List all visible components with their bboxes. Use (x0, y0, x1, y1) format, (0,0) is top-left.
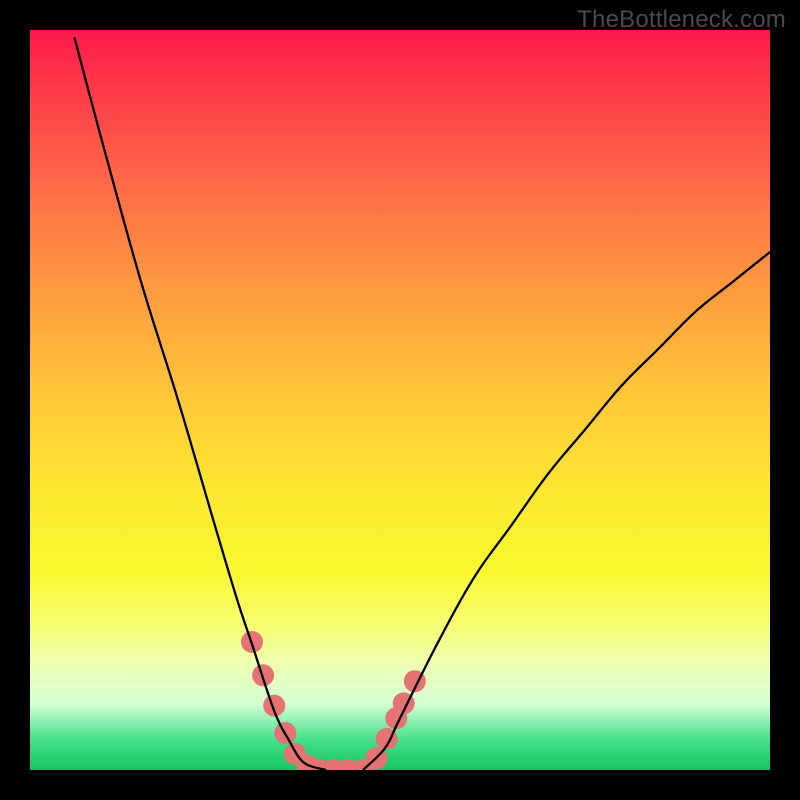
right-curve (363, 252, 770, 770)
curve-layer (30, 30, 770, 770)
left-curve (74, 37, 326, 770)
watermark-text: TheBottleneck.com (577, 6, 786, 34)
chart-frame: TheBottleneck.com (0, 0, 800, 800)
marker-group (241, 631, 426, 770)
plot-area (30, 30, 770, 770)
